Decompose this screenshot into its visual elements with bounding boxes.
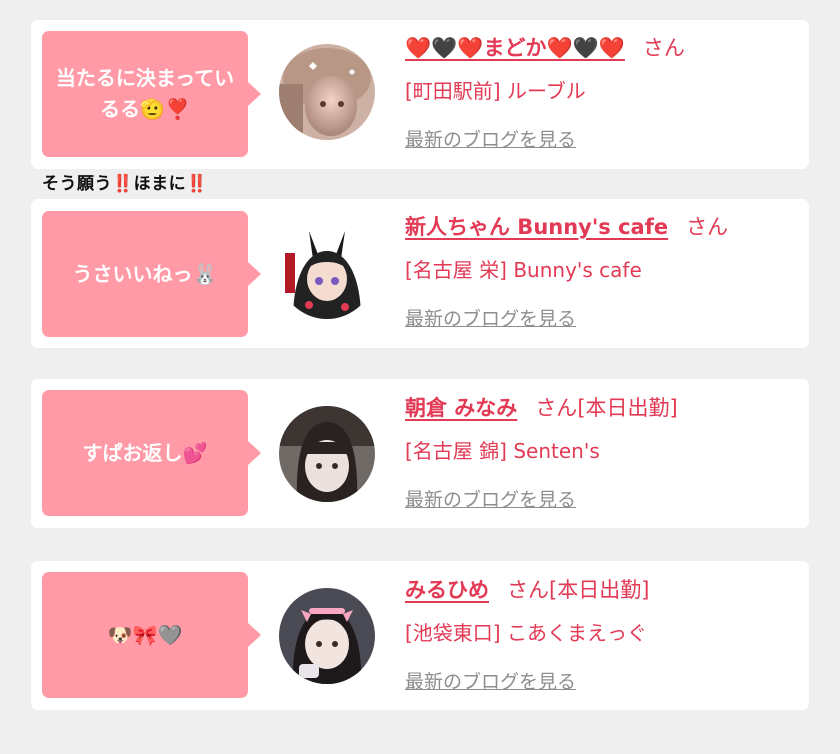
message-bubble: すぱお返し💕	[42, 390, 261, 516]
shop-label: [名古屋 錦] Senten's	[405, 439, 600, 463]
name-line: みるひめ さん[本日出勤]	[405, 575, 799, 605]
girl-name-link[interactable]: 朝倉 みなみ	[405, 396, 517, 420]
girl-card: 🐶🎀🩶 みるひめ さん[本日出勤] [池袋東口] こあくまえっぐ 最新のブログを見…	[31, 561, 809, 710]
avatar[interactable]	[279, 588, 375, 684]
latest-blog-link[interactable]: 最新のブログを見る	[405, 669, 799, 695]
latest-blog-link[interactable]: 最新のブログを見る	[405, 306, 799, 332]
name-line: 新人ちゃん Bunny's cafe さん	[405, 212, 799, 242]
message-bubble: 当たるに決まっているる🫡❣️	[42, 31, 261, 157]
girl-info: 新人ちゃん Bunny's cafe さん [名古屋 栄] Bunny's caf…	[405, 212, 799, 332]
shop-label: [町田駅前] ルーブル	[405, 79, 586, 103]
girl-card: すぱお返し💕 朝倉 みなみ さん[本日出勤] [名古屋 錦] Senten's 最…	[31, 379, 809, 528]
girl-info: みるひめ さん[本日出勤] [池袋東口] こあくまえっぐ 最新のブログを見る	[405, 575, 799, 695]
girl-card: うさいいねっ🐰 新人ちゃん Bunny's cafe さん [名古屋 栄] Bun…	[31, 199, 809, 348]
avatar[interactable]	[279, 223, 375, 319]
honorific: さん	[686, 215, 729, 239]
honorific: さん	[507, 578, 549, 602]
girl-name-link[interactable]: みるひめ	[405, 578, 489, 602]
message-text: すぱお返し💕	[82, 440, 208, 465]
message-bubble: 🐶🎀🩶	[42, 572, 261, 698]
message-text: 当たるに決まっているる🫡❣️	[55, 66, 235, 121]
honorific: さん	[535, 396, 578, 420]
shop-label: [池袋東口] こあくまえっぐ	[405, 621, 647, 645]
shop-label: [名古屋 栄] Bunny's cafe	[405, 258, 642, 282]
comment-mark: ‼️	[112, 174, 134, 194]
avatar[interactable]	[279, 44, 375, 140]
message-bubble: うさいいねっ🐰	[42, 211, 261, 337]
comment-text-2: ほまに	[133, 174, 187, 194]
honorific: さん	[642, 36, 685, 60]
girl-info: 朝倉 みなみ さん[本日出勤] [名古屋 錦] Senten's 最新のブログを見…	[405, 393, 799, 513]
status-badge: [本日出勤]	[549, 578, 650, 602]
latest-blog-link[interactable]: 最新のブログを見る	[405, 487, 799, 513]
avatar[interactable]	[279, 406, 375, 502]
message-text: うさいいねっ🐰	[72, 261, 218, 286]
comment-text: そう願う	[42, 174, 112, 194]
latest-blog-link[interactable]: 最新のブログを見る	[405, 127, 799, 153]
girl-name-link[interactable]: 新人ちゃん Bunny's cafe	[405, 215, 668, 239]
girl-name-link[interactable]: ❤️🖤❤️まどか❤️🖤❤️	[405, 36, 625, 60]
user-comment: そう願う‼️ほまに‼️	[42, 169, 208, 194]
message-text: 🐶🎀🩶	[107, 622, 183, 647]
name-line: 朝倉 みなみ さん[本日出勤]	[405, 393, 799, 423]
girl-info: ❤️🖤❤️まどか❤️🖤❤️ さん [町田駅前] ルーブル 最新のブログを見る	[405, 33, 799, 153]
girl-card: 当たるに決まっているる🫡❣️ ❤️🖤❤️まどか❤️🖤❤️ さん [町田駅前] ルー…	[31, 20, 809, 169]
status-badge: [本日出勤]	[577, 396, 678, 420]
comment-mark-2: ‼️	[186, 174, 208, 194]
name-line: ❤️🖤❤️まどか❤️🖤❤️ さん	[405, 33, 799, 63]
